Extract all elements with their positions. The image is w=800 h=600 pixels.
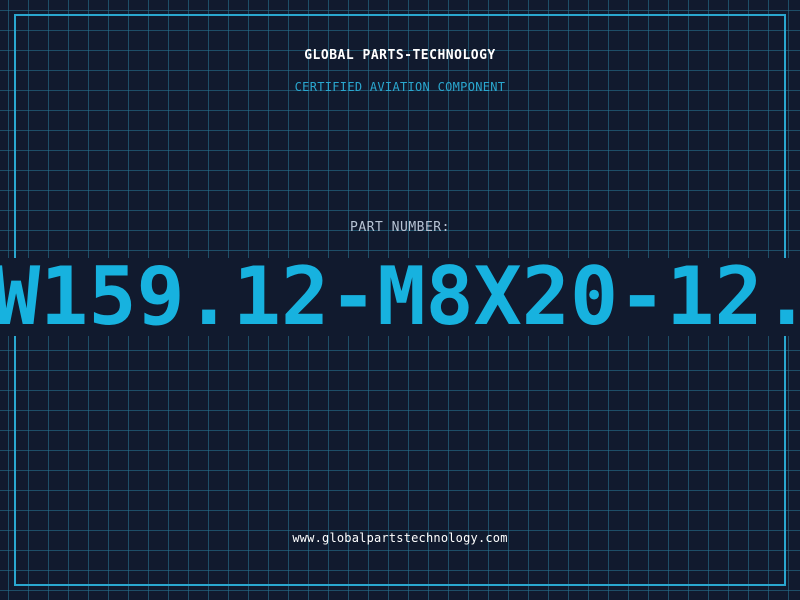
- tagline: CERTIFIED AVIATION COMPONENT: [294, 80, 506, 94]
- part-number-value: W159.12-M8X20-12.9: [0, 258, 800, 336]
- certificate-page: GLOBAL PARTS-TECHNOLOGY CERTIFIED AVIATI…: [0, 0, 800, 600]
- website-url[interactable]: www.globalpartstechnology.com: [0, 531, 800, 545]
- part-number-label: PART NUMBER:: [350, 220, 450, 235]
- company-name: GLOBAL PARTS-TECHNOLOGY: [304, 48, 496, 63]
- part-number-band: W159.12-M8X20-12.9: [0, 258, 800, 336]
